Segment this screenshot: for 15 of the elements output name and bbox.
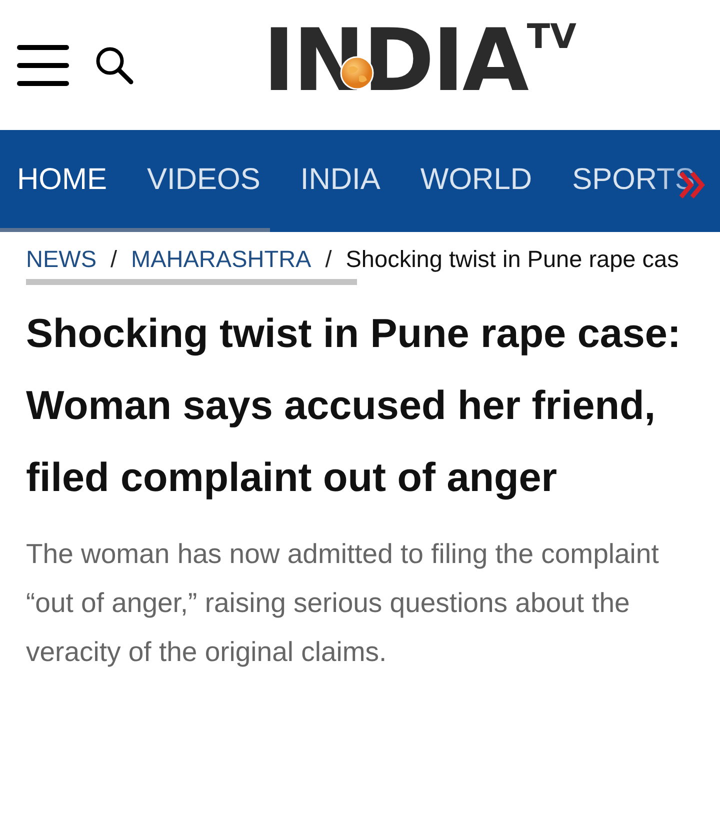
breadcrumb-link[interactable]: NEWS bbox=[26, 242, 96, 278]
menu-icon[interactable] bbox=[16, 42, 70, 88]
breadcrumb-link[interactable]: MAHARASHTRA bbox=[131, 242, 312, 278]
nav-tab[interactable]: WORLD bbox=[420, 156, 532, 202]
article-headline: Shocking twist in Pune rape case: Woman says accused her friend, filed complaint out of anger bbox=[25, 309, 682, 502]
logo-superscript: TV bbox=[526, 20, 576, 54]
search-icon[interactable] bbox=[94, 45, 134, 85]
breadcrumb-separator: / bbox=[110, 245, 118, 274]
breadcrumb-current: Shocking twist in Pune rape cas bbox=[346, 245, 679, 274]
breadcrumb-separator: / bbox=[325, 245, 332, 274]
globe-icon bbox=[340, 56, 374, 90]
nav-tab[interactable]: VIDEOS bbox=[147, 156, 260, 202]
nav-tab[interactable]: INDIA bbox=[300, 156, 380, 202]
article-summary: The woman has now admitted to filing the complaint “out of anger,” raising serious questions about the veracity of the original claims. bbox=[25, 537, 660, 670]
nav-tab[interactable]: HOME bbox=[17, 156, 107, 202]
